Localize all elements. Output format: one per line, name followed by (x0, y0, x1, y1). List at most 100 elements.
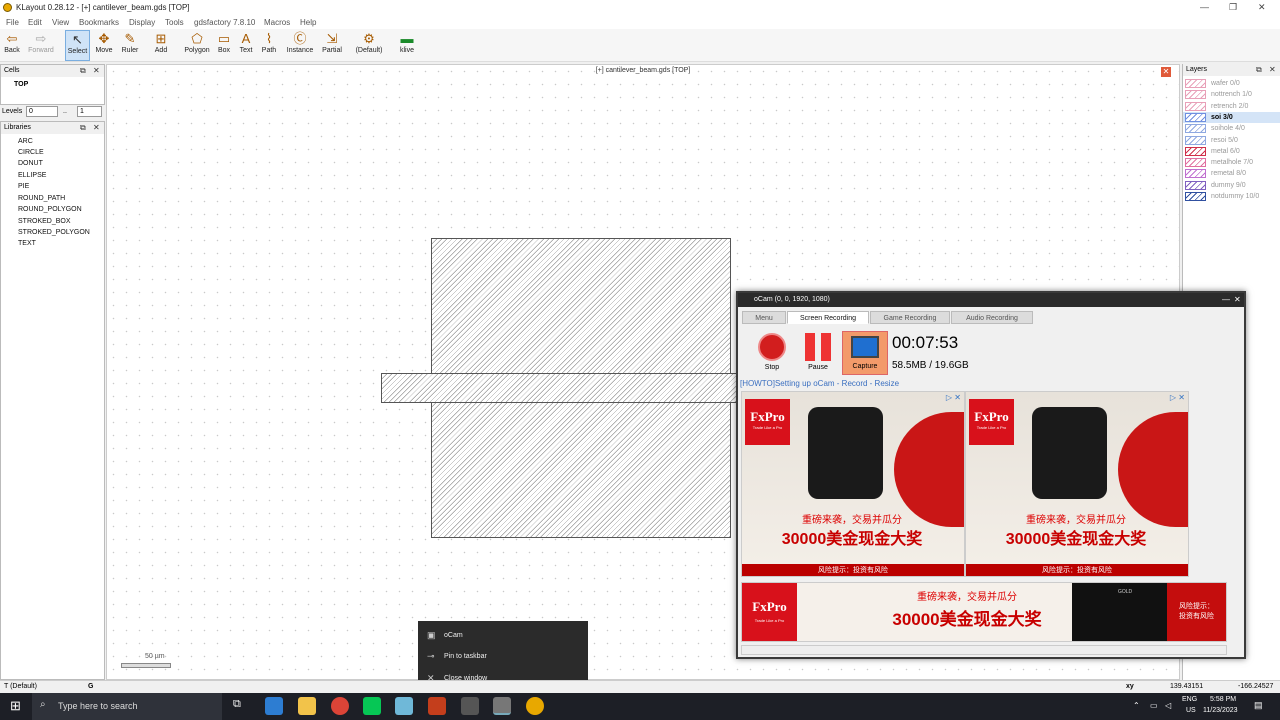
text-button[interactable]: A Text (236, 30, 256, 61)
windows-start-icon[interactable]: ⊞ (10, 698, 21, 714)
close-icon[interactable]: ✕ (1234, 293, 1241, 307)
library-item[interactable]: TEXT (18, 240, 36, 247)
chrome-icon[interactable] (331, 697, 349, 715)
close-view-icon[interactable]: ✕ (1161, 67, 1171, 77)
howto-link[interactable]: [HOWTO]Setting up oCam - Record - Resize (740, 379, 899, 388)
default-mode-button[interactable]: ⚙ (Default) (352, 30, 386, 61)
ruler-button[interactable]: ✎ Ruler (118, 30, 142, 61)
tab-screen-recording[interactable]: Screen Recording (787, 311, 869, 324)
network-icon[interactable]: ▭ (1150, 701, 1158, 710)
layer-row[interactable]: soihole 4/0 (1183, 123, 1280, 134)
close-icon[interactable]: ✕ (1258, 2, 1266, 13)
ad-banner[interactable]: FxPro Trade Like a Pro 重磅来袭，交易并瓜分 30000美金… (965, 391, 1189, 577)
tray-chevron-icon[interactable]: ⌃ (1133, 701, 1140, 710)
clock-time[interactable]: 5:58 PM (1210, 696, 1236, 703)
capture-button[interactable]: Capture (842, 331, 888, 375)
move-button[interactable]: ✥ Move (93, 30, 115, 61)
box-button[interactable]: ▭ Box (214, 30, 234, 61)
layer-row[interactable]: metalhole 7/0 (1183, 157, 1280, 168)
menu-macros[interactable]: Macros (264, 18, 290, 27)
tagline-text: Trade Like a Pro (754, 618, 785, 623)
layer-name: wafer 0/0 (1211, 80, 1240, 87)
menu-tools[interactable]: Tools (165, 18, 184, 27)
notification-icon[interactable]: ▤ (1254, 700, 1263, 711)
layer-row[interactable]: metal 6/0 (1183, 146, 1280, 157)
ocam-taskbar-icon[interactable] (493, 697, 511, 715)
language-indicator[interactable]: ENG (1182, 696, 1197, 703)
ad-choices-icon[interactable]: ▷ ✕ (1170, 393, 1185, 402)
menu-view[interactable]: View (52, 18, 69, 27)
ad-choices-icon[interactable]: ▷ ✕ (946, 393, 961, 402)
library-item[interactable]: ROUND_PATH (18, 195, 65, 202)
tab-game-recording[interactable]: Game Recording (870, 311, 950, 324)
security-icon[interactable] (461, 697, 479, 715)
status-xy-label: xy (1126, 683, 1134, 690)
partial-button[interactable]: ⇲ Partial (320, 30, 344, 61)
tab-menu[interactable]: Menu (742, 311, 786, 324)
layer-row[interactable]: retrench 2/0 (1183, 101, 1280, 112)
pause-button[interactable]: Pause (798, 331, 838, 375)
layer-row[interactable]: dummy 9/0 (1183, 180, 1280, 191)
float-icon[interactable]: ⧉ (80, 122, 86, 134)
tab-audio-recording[interactable]: Audio Recording (951, 311, 1033, 324)
instance-button[interactable]: Ⓒ Instance (284, 30, 316, 61)
layer-row[interactable]: soi 3/0 (1183, 111, 1280, 123)
menu-display[interactable]: Display (129, 18, 155, 27)
back-button[interactable]: ⇦ Back (2, 30, 22, 61)
layer-row[interactable]: nottrench 1/0 (1183, 89, 1280, 100)
menu-item-ocam[interactable]: ▣ oCam (418, 625, 588, 646)
library-item[interactable]: CIRCLE (18, 149, 44, 156)
levels-from-input[interactable]: 0 (26, 106, 58, 117)
klayout-taskbar-icon[interactable] (526, 697, 544, 715)
library-item[interactable]: ARC (18, 138, 33, 145)
float-icon[interactable]: ⧉ (1256, 64, 1262, 76)
horizontal-scrollbar[interactable] (741, 645, 1227, 655)
library-item[interactable]: PIE (18, 183, 29, 190)
cells-panel-header: Cells ⧉ ✕ (1, 65, 104, 77)
klive-button[interactable]: ▬ klive (396, 30, 418, 61)
stop-button[interactable]: Stop (752, 331, 792, 375)
levels-row: Levels 0 .. 1 (0, 105, 105, 118)
library-item[interactable]: DONUT (18, 160, 43, 167)
layer-row[interactable]: resoi 5/0 (1183, 135, 1280, 146)
beam-shape[interactable] (381, 373, 741, 403)
minimize-icon[interactable]: — (1222, 293, 1230, 307)
path-button[interactable]: ⌇ Path (259, 30, 279, 61)
float-icon[interactable]: ⧉ (80, 65, 86, 77)
file-explorer-icon[interactable] (298, 697, 316, 715)
powerpoint-icon[interactable] (428, 697, 446, 715)
menu-bookmarks[interactable]: Bookmarks (79, 18, 119, 27)
menu-edit[interactable]: Edit (28, 18, 42, 27)
task-view-icon[interactable]: ⧉ (233, 698, 241, 711)
menu-file[interactable]: File (6, 18, 19, 27)
layer-row[interactable]: notdummy 10/0 (1183, 191, 1280, 202)
ad-banner[interactable]: FxPro Trade Like a Pro 重磅来袭，交易并瓜分 30000美金… (741, 391, 965, 577)
restore-icon[interactable]: ❐ (1229, 2, 1237, 13)
cell-top[interactable]: TOP (14, 81, 28, 88)
library-item[interactable]: ROUND_POLYGON (18, 206, 82, 213)
polygon-button[interactable]: ⬠ Polygon (182, 30, 212, 61)
add-button[interactable]: ⊞ Add (150, 30, 172, 61)
layer-row[interactable]: wafer 0/0 (1183, 78, 1280, 89)
layer-row[interactable]: remetal 8/0 (1183, 168, 1280, 179)
forward-button[interactable]: ⇨ Forward (26, 30, 56, 61)
select-button[interactable]: ↖ Select (65, 30, 90, 61)
close-icon[interactable]: ✕ (93, 65, 100, 77)
explorer-icon[interactable] (265, 697, 283, 715)
close-icon[interactable]: ✕ (93, 122, 100, 134)
ad-banner-wide[interactable]: FxPro Trade Like a Pro 重磅来袭，交易并瓜分 30000美金… (741, 582, 1227, 642)
menu-help[interactable]: Help (300, 18, 316, 27)
app-icon[interactable] (395, 697, 413, 715)
pause-icon (805, 333, 831, 361)
volume-icon[interactable]: ◁ (1165, 701, 1171, 710)
close-icon[interactable]: ✕ (1269, 64, 1276, 76)
line-icon[interactable] (363, 697, 381, 715)
levels-to-input[interactable]: 1 (77, 106, 102, 117)
menu-gdsfactory[interactable]: gdsfactory 7.8.10 (194, 18, 255, 27)
library-item[interactable]: STROKED_BOX (18, 218, 71, 225)
library-item[interactable]: STROKED_POLYGON (18, 229, 90, 236)
library-item[interactable]: ELLIPSE (18, 172, 46, 179)
minimize-icon[interactable]: — (1200, 2, 1209, 12)
menu-item-pin[interactable]: ⊸ Pin to taskbar (418, 646, 588, 667)
search-box[interactable]: ⌕ Type here to search (32, 693, 222, 720)
